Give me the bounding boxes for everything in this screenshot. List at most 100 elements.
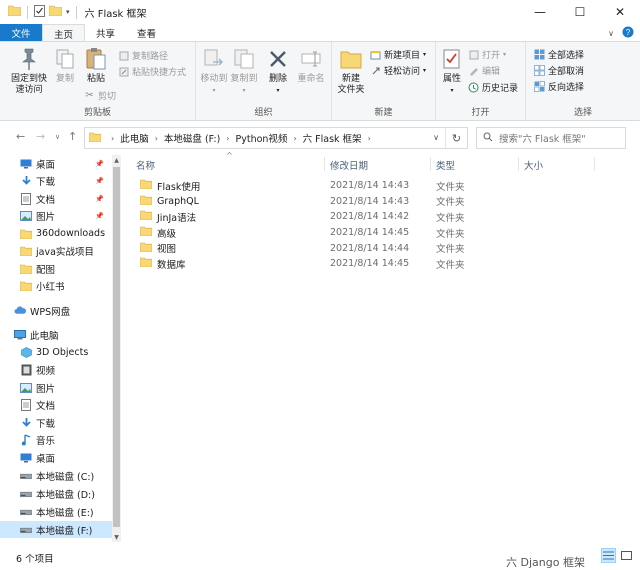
- file-row[interactable]: 数据库 2021/8/14 14:45 文件夹: [136, 256, 626, 272]
- column-divider[interactable]: [430, 157, 431, 171]
- properties-check-icon[interactable]: [34, 4, 45, 20]
- tab-share[interactable]: 共享: [85, 24, 126, 42]
- scroll-thumb[interactable]: [113, 167, 120, 527]
- nav-item[interactable]: 360downloads: [0, 225, 112, 242]
- file-row[interactable]: GraphQL 2021/8/14 14:43 文件夹: [136, 194, 626, 210]
- breadcrumb-chevron-icon[interactable]: ›: [226, 134, 229, 143]
- tab-view[interactable]: 查看: [126, 24, 167, 42]
- tab-file[interactable]: 文件: [0, 24, 42, 42]
- breadcrumb-this-pc[interactable]: 此电脑: [120, 131, 149, 145]
- group-label-organize: 组织: [254, 108, 273, 118]
- column-header-size[interactable]: 大小: [524, 158, 543, 172]
- file-row[interactable]: 视图 2021/8/14 14:44 文件夹: [136, 240, 626, 256]
- nav-item[interactable]: 音乐: [0, 431, 112, 448]
- open-button[interactable]: 打开 ▾: [468, 48, 506, 61]
- breadcrumb-chevron-icon[interactable]: ›: [111, 134, 114, 143]
- cut-button[interactable]: ✂ 剪切: [84, 89, 116, 102]
- select-all-button[interactable]: 全部选择: [534, 48, 584, 61]
- nav-item[interactable]: 桌面 📌: [0, 155, 112, 172]
- nav-item[interactable]: 视频: [0, 361, 112, 378]
- new-folder-qat-icon[interactable]: [48, 5, 63, 19]
- nav-item[interactable]: 本地磁盘 (C:): [0, 467, 112, 484]
- minimize-button[interactable]: —: [520, 0, 560, 24]
- copy-button[interactable]: 复制: [52, 46, 78, 85]
- breadcrumb-chevron-icon[interactable]: ›: [155, 134, 158, 143]
- nav-item[interactable]: 本地磁盘 (F:): [0, 521, 112, 538]
- select-none-button[interactable]: 全部取消: [534, 64, 584, 77]
- search-input[interactable]: 搜索"六 Flask 框架": [476, 127, 626, 149]
- nav-item[interactable]: 下载 📌: [0, 172, 112, 189]
- nav-item[interactable]: 文档 📌: [0, 190, 112, 207]
- nav-item[interactable]: 下载: [0, 414, 112, 431]
- breadcrumb-drive-f[interactable]: 本地磁盘 (F:): [164, 131, 220, 145]
- address-dropdown-icon[interactable]: ∨: [433, 133, 439, 142]
- edit-button[interactable]: 编辑: [468, 64, 500, 77]
- address-bar[interactable]: › 此电脑 › 本地磁盘 (F:) › Python视频 › 六 Flask 框架 › …: [84, 127, 468, 149]
- nav-item[interactable]: 图片 📌: [0, 207, 112, 224]
- close-button[interactable]: ✕: [600, 0, 640, 24]
- new-folder-button[interactable]: 新建 文件夹: [336, 46, 366, 96]
- folder-icon: [20, 263, 32, 274]
- column-divider[interactable]: [518, 157, 519, 171]
- refresh-icon[interactable]: ↻: [445, 128, 467, 148]
- nav-scrollbar[interactable]: ▲ ▼: [112, 155, 121, 542]
- column-header-type[interactable]: 类型: [436, 158, 455, 172]
- breadcrumb-chevron-icon[interactable]: ›: [293, 134, 296, 143]
- nav-item[interactable]: 桌面: [0, 449, 112, 466]
- invert-selection-button[interactable]: 反向选择: [534, 80, 584, 93]
- copy-path-button[interactable]: 复制路径: [118, 49, 168, 62]
- folder-icon[interactable]: [7, 5, 22, 19]
- column-header-modified[interactable]: 修改日期: [330, 158, 368, 172]
- help-icon[interactable]: ?: [622, 26, 634, 41]
- file-row[interactable]: JinJa语法 2021/8/14 14:42 文件夹: [136, 209, 626, 225]
- pin-quick-access-button[interactable]: 固定到快 速访问: [6, 46, 52, 96]
- rename-button[interactable]: 重命名: [296, 46, 326, 85]
- nav-item[interactable]: 小红书: [0, 277, 112, 294]
- nav-item[interactable]: 本地磁盘 (E:): [0, 503, 112, 520]
- file-row[interactable]: Flask使用 2021/8/14 14:43 文件夹: [136, 178, 626, 194]
- cloud-icon: [14, 305, 26, 316]
- back-arrow-icon[interactable]: ←: [16, 130, 25, 143]
- recent-locations-icon[interactable]: ∨: [55, 133, 60, 141]
- forward-arrow-icon[interactable]: →: [36, 130, 45, 143]
- maximize-button[interactable]: ☐: [560, 0, 600, 24]
- breadcrumb-chevron-icon[interactable]: ›: [368, 134, 371, 143]
- delete-button[interactable]: 删除 ▾: [266, 46, 290, 96]
- select-group: 全部选择 全部取消 反向选择 选择: [526, 42, 640, 120]
- large-icons-view-icon[interactable]: [619, 548, 634, 563]
- tab-home[interactable]: 主页: [42, 24, 86, 42]
- copy-to-button[interactable]: 复制到 ▾: [230, 46, 258, 96]
- easy-access-button[interactable]: 轻松访问 ▾: [370, 64, 426, 77]
- expand-ribbon-icon[interactable]: ∨: [608, 29, 614, 38]
- scroll-down-icon[interactable]: ▼: [112, 532, 121, 542]
- properties-button[interactable]: 属性 ▾: [440, 46, 464, 96]
- copy-path-icon: [118, 50, 129, 61]
- nav-item[interactable]: 文档: [0, 396, 112, 413]
- nav-item[interactable]: 本地磁盘 (D:): [0, 485, 112, 502]
- nav-item[interactable]: WPS网盘: [0, 302, 112, 319]
- nav-item[interactable]: 配图: [0, 260, 112, 277]
- column-header-name[interactable]: 名称: [136, 158, 155, 172]
- new-folder-icon: [337, 46, 365, 72]
- paste-shortcut-button[interactable]: 粘贴快捷方式: [118, 65, 186, 78]
- breadcrumb-python-videos[interactable]: Python视频: [236, 131, 288, 145]
- qat-dropdown-icon[interactable]: ▾: [66, 8, 70, 16]
- history-button[interactable]: 历史记录: [468, 81, 518, 94]
- file-name: 高级: [157, 228, 177, 240]
- nav-item-label: 桌面: [36, 159, 56, 171]
- paste-button[interactable]: 粘贴: [82, 46, 110, 85]
- file-name: 视图: [157, 244, 177, 256]
- column-divider[interactable]: [594, 157, 595, 171]
- scroll-up-icon[interactable]: ▲: [112, 155, 121, 165]
- column-divider[interactable]: [324, 157, 325, 171]
- details-view-icon[interactable]: [601, 548, 616, 563]
- nav-item[interactable]: 图片: [0, 379, 112, 396]
- nav-item[interactable]: java实战项目: [0, 242, 112, 259]
- file-row[interactable]: 高级 2021/8/14 14:45 文件夹: [136, 225, 626, 241]
- move-to-button[interactable]: 移动到 ▾: [200, 46, 228, 96]
- nav-item[interactable]: 3D Objects: [0, 344, 112, 361]
- new-item-button[interactable]: 新建项目 ▾: [370, 48, 426, 61]
- breadcrumb-current-folder[interactable]: 六 Flask 框架: [303, 131, 362, 145]
- up-arrow-icon[interactable]: ↑: [68, 130, 77, 143]
- nav-item[interactable]: 此电脑: [0, 326, 112, 343]
